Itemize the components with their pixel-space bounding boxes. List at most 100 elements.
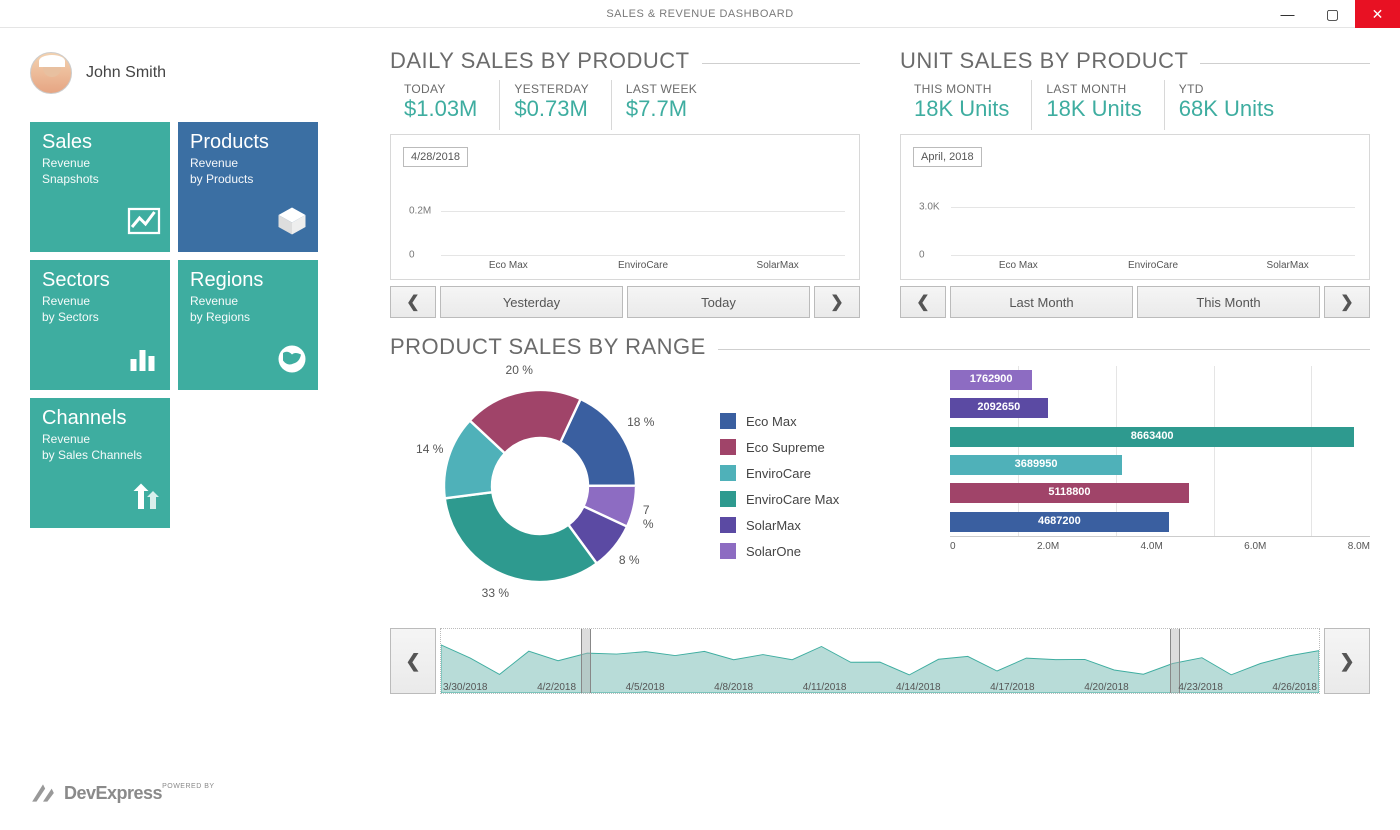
units-next-arrow[interactable]: ❯	[1324, 286, 1370, 318]
maximize-button[interactable]: ▢	[1310, 0, 1355, 28]
x-label: SolarMax	[710, 260, 845, 271]
daily-prev-arrow[interactable]: ❮	[390, 286, 436, 318]
donut-pct-label: 20 %	[506, 363, 533, 377]
x-tick: 8.0M	[1348, 541, 1370, 566]
x-label: EnviroCare	[1086, 260, 1221, 271]
range-date: 4/17/2018	[990, 682, 1035, 693]
units-chart: April, 201803.0K279140593360472414581906…	[900, 134, 1370, 280]
x-label: Eco Max	[951, 260, 1086, 271]
legend-item: SolarOne	[720, 543, 870, 559]
stat-label: LAST MONTH	[1046, 82, 1141, 96]
tile-title: Regions	[190, 270, 306, 290]
range-date: 4/8/2018	[714, 682, 753, 693]
hbar: 8663400	[950, 427, 1370, 447]
stat-label: LAST WEEK	[626, 82, 697, 96]
box-icon	[274, 203, 310, 244]
tile-products[interactable]: ProductsRevenueby Products	[178, 122, 318, 252]
tile-channels[interactable]: ChannelsRevenueby Sales Channels	[30, 398, 170, 528]
range-date: 4/20/2018	[1084, 682, 1129, 693]
stat-block: LAST WEEK$7.7M	[611, 80, 719, 130]
range-title: PRODUCT SALES BY RANGE	[390, 334, 706, 360]
tile-title: Channels	[42, 408, 158, 428]
stat-value: $0.73M	[514, 96, 589, 122]
range-date: 4/23/2018	[1178, 682, 1223, 693]
minimize-button[interactable]: —	[1265, 0, 1310, 28]
tile-sectors[interactable]: Sectors Revenueby Sectors	[30, 260, 170, 390]
stat-value: 18K Units	[1046, 96, 1141, 122]
x-tick: 0	[950, 541, 956, 566]
stat-value: $1.03M	[404, 96, 477, 122]
legend-item: Eco Supreme	[720, 439, 870, 455]
stat-value: $7.7M	[626, 96, 697, 122]
hbar-chart: 1762900 2092650 8663400 3689950 5118800 46872…	[930, 366, 1370, 566]
stat-block: YESTERDAY$0.73M	[499, 80, 611, 130]
line-chart-icon	[126, 203, 162, 244]
stat-label: YESTERDAY	[514, 82, 589, 96]
range-next-arrow[interactable]: ❯	[1324, 628, 1370, 694]
stat-block: THIS MONTH18K Units	[900, 80, 1031, 130]
x-tick: 6.0M	[1244, 541, 1266, 566]
tile-subtitle: Revenueby Products	[190, 156, 306, 187]
legend-swatch	[720, 543, 736, 559]
avatar	[30, 52, 72, 94]
tile-subtitle: Revenueby Sectors	[42, 294, 158, 325]
daily-title: DAILY SALES BY PRODUCT	[390, 48, 690, 74]
x-label: Eco Max	[441, 260, 576, 271]
units-prev-arrow[interactable]: ❮	[900, 286, 946, 318]
daily-next-arrow[interactable]: ❯	[814, 286, 860, 318]
donut-chart: 18 %7 %8 %33 %14 %20 %	[420, 366, 660, 606]
range-date: 3/30/2018	[443, 682, 488, 693]
legend-item: EnviroCare	[720, 465, 870, 481]
daily-tab-yesterday[interactable]: Yesterday	[440, 286, 623, 318]
range-date: 4/2/2018	[537, 682, 576, 693]
tile-subtitle: RevenueSnapshots	[42, 156, 158, 187]
brand-footer: DevExpressPOWERED BY	[30, 780, 360, 830]
stat-block: YTD68K Units	[1164, 80, 1296, 130]
hbar: 1762900	[950, 370, 1370, 390]
legend-label: EnviroCare	[746, 466, 811, 481]
arrows-up-icon	[126, 479, 162, 520]
window-title: SALES & REVENUE DASHBOARD	[606, 8, 793, 20]
close-button[interactable]: ✕	[1355, 0, 1400, 28]
range-prev-arrow[interactable]: ❮	[390, 628, 436, 694]
user-badge: John Smith	[30, 52, 360, 94]
hbar: 5118800	[950, 483, 1370, 503]
units-tab-last[interactable]: Last Month	[950, 286, 1133, 318]
legend-swatch	[720, 465, 736, 481]
legend-swatch	[720, 491, 736, 507]
x-label: SolarMax	[1220, 260, 1355, 271]
tile-regions[interactable]: Regions Revenueby Regions	[178, 260, 318, 390]
stat-label: TODAY	[404, 82, 477, 96]
daily-tab-today[interactable]: Today	[627, 286, 810, 318]
range-selector[interactable]: 3/30/2018 4/2/2018 4/5/2018 4/8/2018 4/11/20…	[440, 628, 1320, 694]
stat-value: 68K Units	[1179, 96, 1274, 122]
x-label: EnviroCare	[576, 260, 711, 271]
stat-block: LAST MONTH18K Units	[1031, 80, 1163, 130]
units-tab-this[interactable]: This Month	[1137, 286, 1320, 318]
donut-pct-label: 7 %	[643, 503, 660, 531]
donut-pct-label: 33 %	[482, 586, 509, 600]
legend-label: Eco Supreme	[746, 440, 825, 455]
legend-swatch	[720, 439, 736, 455]
tile-title: Sectors	[42, 270, 158, 290]
range-date: 4/5/2018	[626, 682, 665, 693]
range-date: 4/14/2018	[896, 682, 941, 693]
hbar: 4687200	[950, 512, 1370, 532]
range-date: 4/11/2018	[803, 682, 847, 693]
chart-date-badge: 4/28/2018	[403, 147, 468, 167]
title-bar: SALES & REVENUE DASHBOARD — ▢ ✕	[0, 0, 1400, 28]
range-date: 4/26/2018	[1272, 682, 1317, 693]
legend-label: SolarMax	[746, 518, 801, 533]
stat-label: YTD	[1179, 82, 1274, 96]
hbar: 3689950	[950, 455, 1370, 475]
chart-date-badge: April, 2018	[913, 147, 982, 167]
user-name: John Smith	[86, 64, 166, 82]
tile-sales[interactable]: Sales RevenueSnapshots	[30, 122, 170, 252]
brand-icon	[30, 780, 56, 806]
tile-title: Sales	[42, 132, 158, 152]
legend-label: Eco Max	[746, 414, 797, 429]
daily-chart: 4/28/201800.2M17560022200014585033610079…	[390, 134, 860, 280]
tile-subtitle: Revenueby Regions	[190, 294, 306, 325]
hbar: 2092650	[950, 398, 1370, 418]
legend-item: EnviroCare Max	[720, 491, 870, 507]
